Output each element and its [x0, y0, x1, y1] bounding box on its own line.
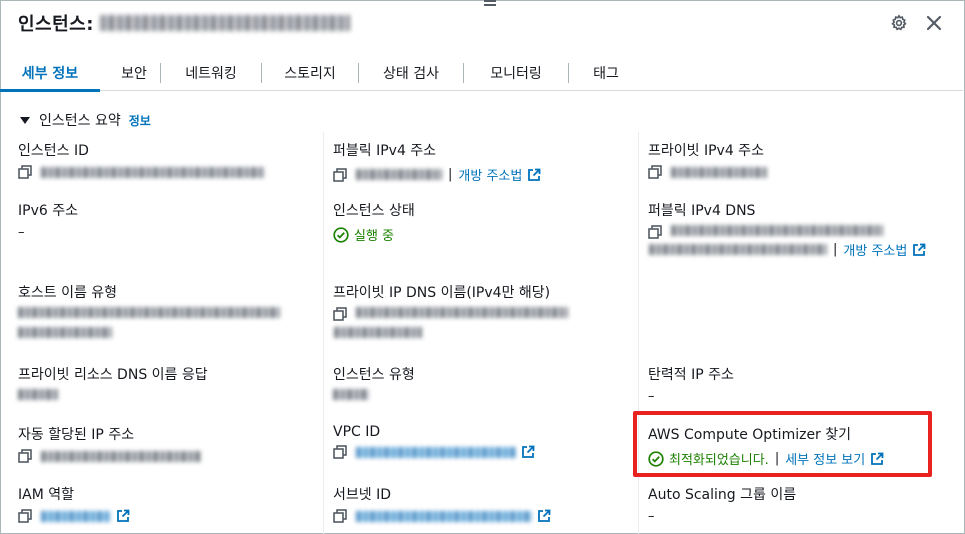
- field-label: 프라이빗 리소스 DNS 이름 응답: [18, 367, 208, 383]
- tab-security[interactable]: 보안: [108, 55, 160, 91]
- tab-details[interactable]: 세부 정보: [0, 55, 100, 92]
- field-subnet-id: 서브넷 ID: [333, 484, 551, 523]
- field-auto-scaling: Auto Scaling 그룹 이름 –: [648, 484, 796, 524]
- gear-icon[interactable]: [888, 12, 910, 34]
- redacted-link[interactable]: [356, 510, 532, 522]
- field-label: 자동 할당된 IP 주소: [18, 427, 135, 443]
- external-link-icon[interactable]: [912, 243, 926, 257]
- field-label: 인스턴스 유형: [333, 367, 415, 383]
- redacted-value: [41, 450, 201, 462]
- redacted-value: [18, 327, 112, 338]
- copy-icon[interactable]: [18, 449, 32, 463]
- field-label: 호스트 이름 유형: [18, 285, 118, 301]
- redacted-value: [333, 389, 369, 400]
- field-public-ipv4: 퍼블릭 IPv4 주소 | 개방 주소법: [333, 140, 541, 184]
- redacted-value: [18, 389, 58, 400]
- field-elastic-ip: 탄력적 IP 주소 –: [648, 364, 734, 404]
- tab-monitoring[interactable]: 모니터링: [464, 55, 568, 91]
- field-value: –: [648, 389, 655, 404]
- panel-header: 인스턴스:: [18, 10, 350, 36]
- page-title: 인스턴스:: [18, 14, 94, 35]
- status-text: 실행 중: [354, 229, 395, 244]
- column-divider: [323, 132, 324, 534]
- copy-icon[interactable]: [18, 165, 32, 179]
- field-label: VPC ID: [333, 424, 381, 440]
- section-title: 인스턴스 요약: [39, 113, 121, 129]
- copy-icon[interactable]: [333, 445, 347, 459]
- field-value: –: [18, 225, 25, 240]
- field-label: 서브넷 ID: [333, 487, 391, 503]
- field-label: 퍼블릭 IPv4 주소: [333, 143, 437, 159]
- field-private-resource-dns: 프라이빗 리소스 DNS 이름 응답: [18, 364, 208, 400]
- field-vpc-id: VPC ID: [333, 424, 535, 459]
- copy-icon[interactable]: [333, 509, 347, 523]
- field-label: 인스턴스 상태: [333, 203, 415, 219]
- field-instance-state: 인스턴스 상태 실행 중: [333, 200, 415, 244]
- highlight-box: [633, 411, 932, 477]
- field-ipv6: IPv6 주소 –: [18, 200, 78, 240]
- open-address-link[interactable]: 개방 주소법: [458, 165, 522, 184]
- copy-icon[interactable]: [648, 165, 662, 179]
- redacted-link[interactable]: [356, 446, 516, 458]
- redacted-value: [18, 307, 280, 318]
- external-link-icon[interactable]: [537, 509, 551, 523]
- field-iam-role: IAM 역할: [18, 484, 130, 523]
- field-instance-type: 인스턴스 유형: [333, 364, 415, 400]
- field-private-ipv4: 프라이빗 IPv4 주소: [648, 140, 767, 179]
- copy-icon[interactable]: [333, 168, 347, 182]
- field-label: IAM 역할: [18, 487, 74, 503]
- field-instance-id: 인스턴스 ID: [18, 140, 265, 179]
- copy-icon[interactable]: [333, 307, 347, 321]
- close-icon[interactable]: [923, 12, 945, 34]
- field-label: 프라이빗 IPv4 주소: [648, 143, 764, 159]
- redacted-value: [671, 166, 767, 178]
- field-label: 인스턴스 ID: [18, 143, 89, 159]
- external-link-icon[interactable]: [521, 445, 535, 459]
- external-link-icon[interactable]: [116, 509, 130, 523]
- field-auto-assigned-ip: 자동 할당된 IP 주소: [18, 424, 201, 463]
- field-label: 퍼블릭 IPv4 DNS: [648, 203, 756, 219]
- field-label: 탄력적 IP 주소: [648, 367, 734, 383]
- redacted-value: [41, 166, 265, 178]
- instance-id-redacted: [99, 15, 350, 31]
- field-label: Auto Scaling 그룹 이름: [648, 487, 797, 503]
- check-circle-icon: [333, 227, 349, 243]
- tab-storage[interactable]: 스토리지: [262, 55, 358, 91]
- field-public-ipv4-dns: 퍼블릭 IPv4 DNS | 개방 주소법: [648, 200, 926, 259]
- field-value: –: [648, 509, 655, 524]
- tab-status-checks[interactable]: 상태 검사: [359, 55, 463, 91]
- field-hostname-type: 호스트 이름 유형: [18, 282, 280, 338]
- redacted-value: [334, 327, 422, 338]
- redacted-value: [671, 225, 883, 236]
- open-address-link[interactable]: 개방 주소법: [843, 240, 907, 259]
- field-label: 프라이빗 IP DNS 이름(IPv4만 해당): [333, 285, 551, 301]
- tab-tags[interactable]: 태그: [569, 55, 643, 91]
- external-link-icon[interactable]: [527, 168, 541, 182]
- tab-bar: 세부 정보 보안 네트워킹 스토리지 상태 검사 모니터링 태그: [0, 55, 963, 92]
- copy-icon[interactable]: [18, 509, 32, 523]
- separator: |: [448, 167, 453, 182]
- field-label: IPv6 주소: [18, 203, 78, 219]
- redacted-value: [356, 307, 568, 318]
- instance-summary-header[interactable]: 인스턴스 요약 정보: [20, 110, 151, 130]
- redacted-value: [356, 169, 442, 180]
- separator: |: [833, 242, 838, 257]
- field-private-ip-dns: 프라이빗 IP DNS 이름(IPv4만 해당): [333, 282, 568, 338]
- resize-handle[interactable]: [484, 0, 496, 8]
- copy-icon[interactable]: [648, 225, 662, 239]
- redacted-value: [649, 244, 827, 255]
- tab-networking[interactable]: 네트워킹: [161, 55, 261, 91]
- redacted-link[interactable]: [41, 510, 111, 522]
- caret-down-icon[interactable]: [20, 116, 30, 124]
- info-link[interactable]: 정보: [129, 112, 151, 129]
